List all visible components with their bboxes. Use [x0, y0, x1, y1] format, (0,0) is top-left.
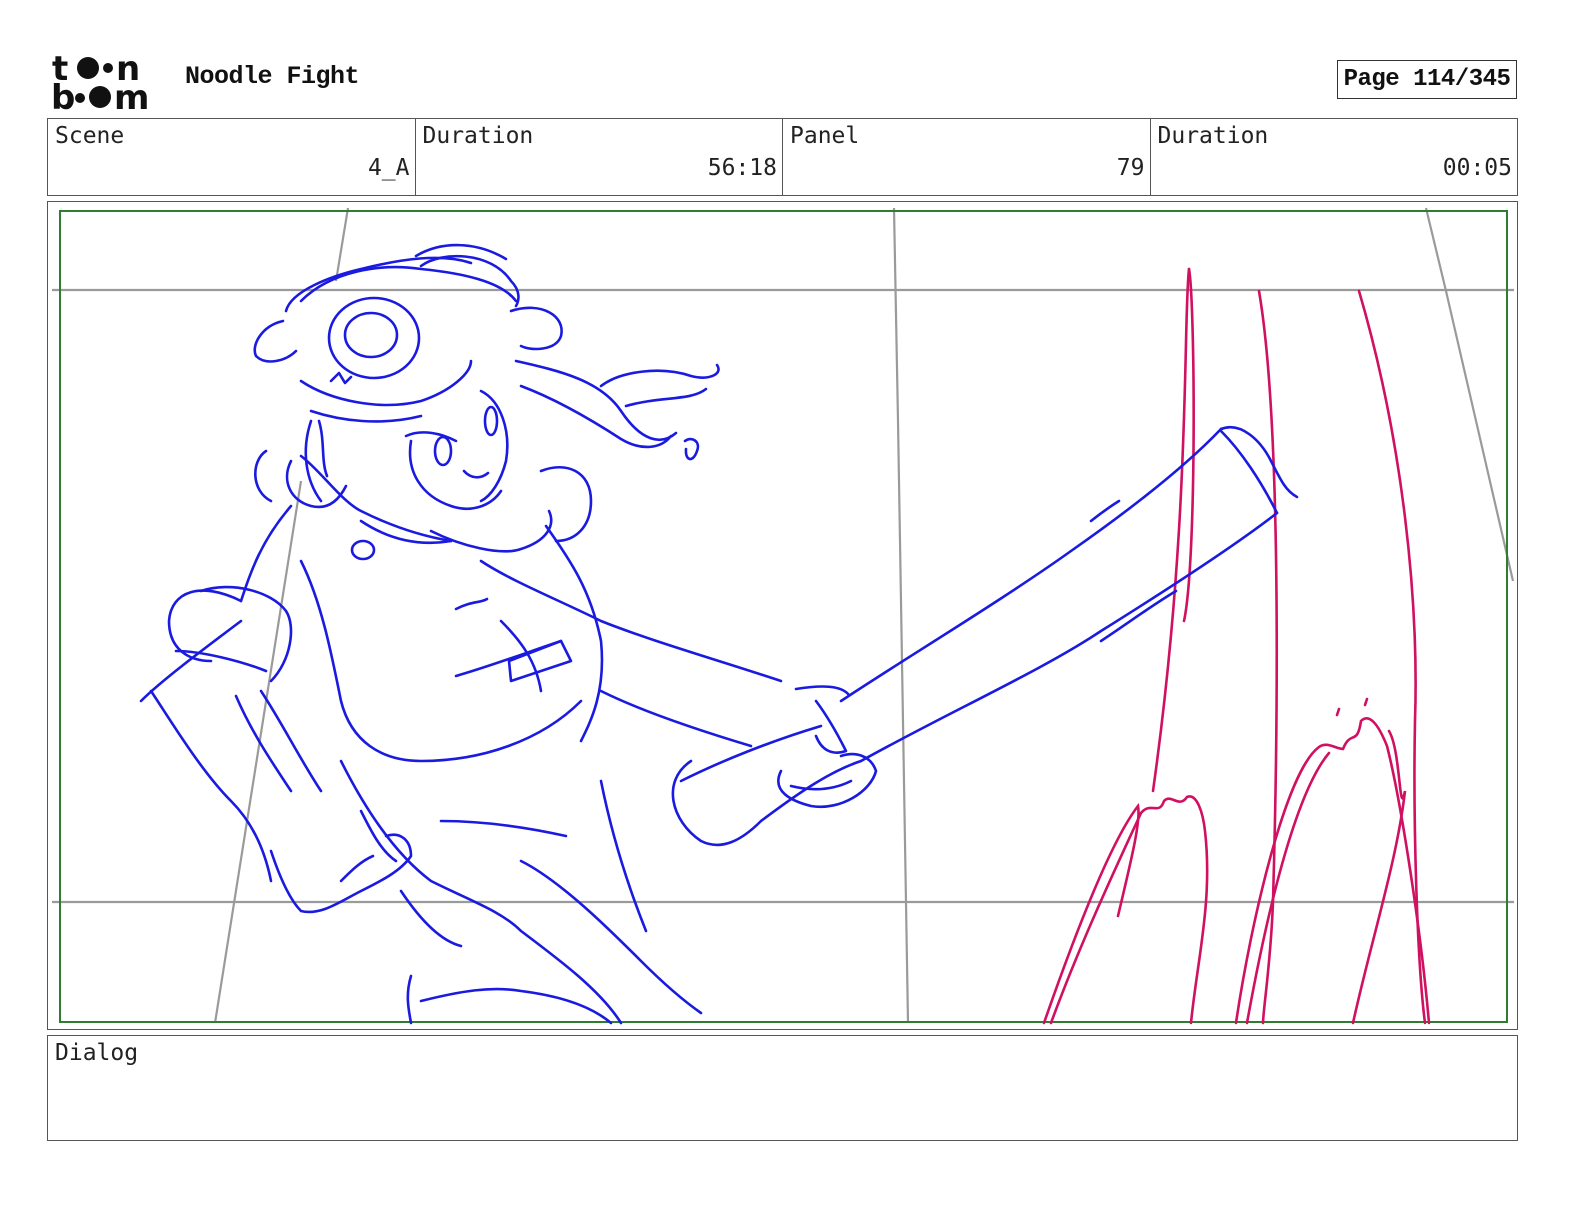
panel-label: Panel: [790, 123, 860, 149]
scene-duration-value: 56:18: [707, 155, 777, 181]
dialog-label: Dialog: [55, 1040, 139, 1066]
dialog-box: Dialog: [47, 1035, 1518, 1141]
toon-boom-logo: t n b m: [50, 49, 162, 118]
scene-label: Scene: [55, 123, 125, 149]
scene-cell: Scene 4_A: [48, 119, 416, 195]
panel-cell: Panel 79: [783, 119, 1151, 195]
tree-trunks-sketch: [1042, 267, 1431, 1025]
storyboard-sketch: [52, 207, 1515, 1025]
safe-frame: [59, 210, 1508, 1023]
scene-duration-label: Duration: [422, 123, 534, 149]
panel-value: 79: [1116, 155, 1145, 181]
panel-duration-label: Duration: [1157, 123, 1269, 149]
panel-duration-cell: Duration 00:05: [1151, 119, 1518, 195]
page-indicator: Page 114/345: [1337, 60, 1517, 99]
character-sketch: [139, 243, 1299, 1025]
panel-info-bar: Scene 4_A Duration 56:18 Panel 79 Durati…: [47, 118, 1518, 196]
scene-value: 4_A: [367, 155, 410, 181]
panel-duration-value: 00:05: [1442, 155, 1512, 181]
svg-text:m: m: [114, 78, 149, 112]
perspective-guides: [52, 207, 1515, 1024]
panel-image-frame: [47, 201, 1518, 1030]
scene-duration-cell: Duration 56:18: [416, 119, 783, 195]
svg-text:b: b: [51, 78, 75, 112]
project-title: Noodle Fight: [185, 62, 360, 91]
